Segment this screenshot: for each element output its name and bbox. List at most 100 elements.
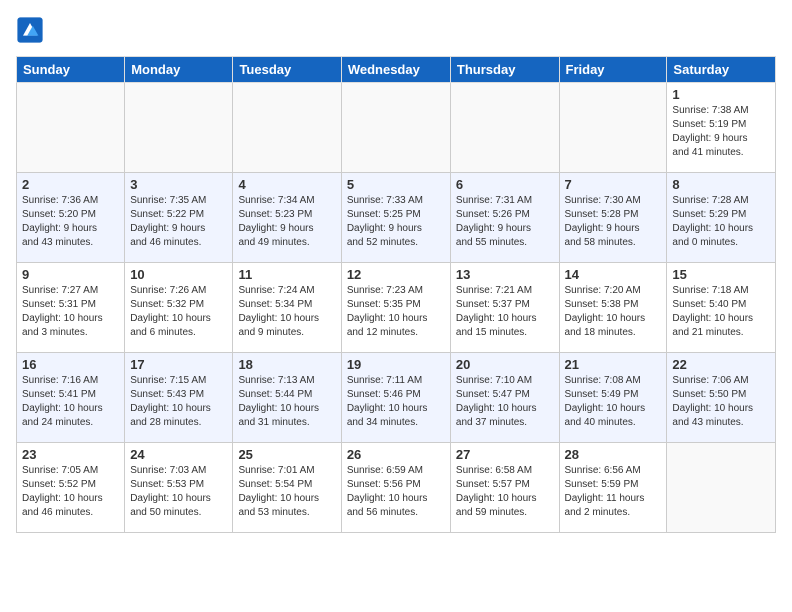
calendar-cell: 27 Sunrise: 6:58 AM Sunset: 5:57 PM Dayli… [450, 443, 559, 533]
calendar-cell [125, 83, 233, 173]
day-info: Sunrise: 7:21 AM Sunset: 5:37 PM Dayligh… [456, 284, 554, 340]
weekday-header: Saturday [667, 57, 776, 83]
day-info: Sunrise: 7:31 AM Sunset: 5:26 PM Dayligh… [456, 194, 554, 250]
logo [16, 16, 46, 44]
calendar-cell: 18 Sunrise: 7:13 AM Sunset: 5:44 PM Dayli… [233, 353, 341, 443]
calendar-cell: 17Sunrise: 7:15 AM Sunset: 5:43 PM Dayli… [125, 353, 233, 443]
day-info: Sunrise: 7:10 AM Sunset: 5:47 PM Dayligh… [456, 374, 554, 430]
calendar-cell [450, 83, 559, 173]
weekday-header: Wednesday [341, 57, 450, 83]
day-info: Sunrise: 7:08 AM Sunset: 5:49 PM Dayligh… [565, 374, 662, 430]
calendar-cell: 3 Sunrise: 7:35 AM Sunset: 5:22 PM Daylig… [125, 173, 233, 263]
calendar-cell: 9Sunrise: 7:27 AM Sunset: 5:31 PM Daylig… [17, 263, 125, 353]
calendar-cell: 24Sunrise: 7:03 AM Sunset: 5:53 PM Dayli… [125, 443, 233, 533]
calendar-cell: 2 Sunrise: 7:36 AM Sunset: 5:20 PM Daylig… [17, 173, 125, 263]
calendar-week-row: 9Sunrise: 7:27 AM Sunset: 5:31 PM Daylig… [17, 263, 776, 353]
day-info: Sunrise: 7:15 AM Sunset: 5:43 PM Dayligh… [130, 374, 227, 430]
day-number: 27 [456, 447, 554, 462]
day-info: Sunrise: 7:34 AM Sunset: 5:23 PM Dayligh… [238, 194, 335, 250]
day-info: Sunrise: 7:01 AM Sunset: 5:54 PM Dayligh… [238, 464, 335, 520]
day-number: 14 [565, 267, 662, 282]
calendar-cell: 21 Sunrise: 7:08 AM Sunset: 5:49 PM Dayli… [559, 353, 667, 443]
day-number: 25 [238, 447, 335, 462]
day-number: 7 [565, 177, 662, 192]
day-number: 21 [565, 357, 662, 372]
calendar-cell: 10 Sunrise: 7:26 AM Sunset: 5:32 PM Dayli… [125, 263, 233, 353]
day-info: Sunrise: 7:28 AM Sunset: 5:29 PM Dayligh… [672, 194, 770, 250]
weekday-header: Tuesday [233, 57, 341, 83]
calendar-cell: 7 Sunrise: 7:30 AM Sunset: 5:28 PM Daylig… [559, 173, 667, 263]
calendar-cell [233, 83, 341, 173]
calendar-cell: 25 Sunrise: 7:01 AM Sunset: 5:54 PM Dayli… [233, 443, 341, 533]
calendar-cell: 16 Sunrise: 7:16 AM Sunset: 5:41 PM Dayli… [17, 353, 125, 443]
day-number: 22 [672, 357, 770, 372]
day-info: Sunrise: 6:56 AM Sunset: 5:59 PM Dayligh… [565, 464, 662, 520]
day-info: Sunrise: 7:36 AM Sunset: 5:20 PM Dayligh… [22, 194, 119, 250]
day-info: Sunrise: 6:58 AM Sunset: 5:57 PM Dayligh… [456, 464, 554, 520]
calendar-cell: 12 Sunrise: 7:23 AM Sunset: 5:35 PM Dayli… [341, 263, 450, 353]
calendar-week-row: 1Sunrise: 7:38 AM Sunset: 5:19 PM Daylig… [17, 83, 776, 173]
day-number: 11 [238, 267, 335, 282]
day-number: 2 [22, 177, 119, 192]
day-number: 23 [22, 447, 119, 462]
weekday-header: Monday [125, 57, 233, 83]
calendar-cell: 28 Sunrise: 6:56 AM Sunset: 5:59 PM Dayli… [559, 443, 667, 533]
calendar-cell: 26 Sunrise: 6:59 AM Sunset: 5:56 PM Dayli… [341, 443, 450, 533]
weekday-header: Friday [559, 57, 667, 83]
day-number: 16 [22, 357, 119, 372]
day-info: Sunrise: 7:18 AM Sunset: 5:40 PM Dayligh… [672, 284, 770, 340]
weekday-header-row: SundayMondayTuesdayWednesdayThursdayFrid… [17, 57, 776, 83]
day-info: Sunrise: 7:11 AM Sunset: 5:46 PM Dayligh… [347, 374, 445, 430]
day-number: 4 [238, 177, 335, 192]
day-number: 19 [347, 357, 445, 372]
day-info: Sunrise: 7:13 AM Sunset: 5:44 PM Dayligh… [238, 374, 335, 430]
calendar-week-row: 16 Sunrise: 7:16 AM Sunset: 5:41 PM Dayli… [17, 353, 776, 443]
day-number: 10 [130, 267, 227, 282]
day-number: 6 [456, 177, 554, 192]
calendar-cell: 19 Sunrise: 7:11 AM Sunset: 5:46 PM Dayli… [341, 353, 450, 443]
calendar-cell: 8Sunrise: 7:28 AM Sunset: 5:29 PM Daylig… [667, 173, 776, 263]
day-info: Sunrise: 7:03 AM Sunset: 5:53 PM Dayligh… [130, 464, 227, 520]
day-info: Sunrise: 7:33 AM Sunset: 5:25 PM Dayligh… [347, 194, 445, 250]
day-number: 12 [347, 267, 445, 282]
day-number: 26 [347, 447, 445, 462]
calendar-cell [17, 83, 125, 173]
calendar-cell: 23 Sunrise: 7:05 AM Sunset: 5:52 PM Dayli… [17, 443, 125, 533]
day-info: Sunrise: 7:06 AM Sunset: 5:50 PM Dayligh… [672, 374, 770, 430]
calendar-cell: 15 Sunrise: 7:18 AM Sunset: 5:40 PM Dayli… [667, 263, 776, 353]
day-info: Sunrise: 6:59 AM Sunset: 5:56 PM Dayligh… [347, 464, 445, 520]
calendar-cell: 14 Sunrise: 7:20 AM Sunset: 5:38 PM Dayli… [559, 263, 667, 353]
calendar-cell: 20 Sunrise: 7:10 AM Sunset: 5:47 PM Dayli… [450, 353, 559, 443]
day-info: Sunrise: 7:16 AM Sunset: 5:41 PM Dayligh… [22, 374, 119, 430]
day-info: Sunrise: 7:26 AM Sunset: 5:32 PM Dayligh… [130, 284, 227, 340]
day-number: 20 [456, 357, 554, 372]
calendar-cell: 6 Sunrise: 7:31 AM Sunset: 5:26 PM Daylig… [450, 173, 559, 263]
day-number: 3 [130, 177, 227, 192]
calendar-cell: 13 Sunrise: 7:21 AM Sunset: 5:37 PM Dayli… [450, 263, 559, 353]
calendar-cell [667, 443, 776, 533]
day-info: Sunrise: 7:38 AM Sunset: 5:19 PM Dayligh… [672, 104, 770, 160]
day-info: Sunrise: 7:30 AM Sunset: 5:28 PM Dayligh… [565, 194, 662, 250]
day-number: 13 [456, 267, 554, 282]
calendar-cell [559, 83, 667, 173]
day-info: Sunrise: 7:05 AM Sunset: 5:52 PM Dayligh… [22, 464, 119, 520]
day-info: Sunrise: 7:35 AM Sunset: 5:22 PM Dayligh… [130, 194, 227, 250]
calendar-table: SundayMondayTuesdayWednesdayThursdayFrid… [16, 56, 776, 533]
day-number: 15 [672, 267, 770, 282]
calendar-cell [341, 83, 450, 173]
calendar-cell: 4 Sunrise: 7:34 AM Sunset: 5:23 PM Daylig… [233, 173, 341, 263]
calendar-cell: 1Sunrise: 7:38 AM Sunset: 5:19 PM Daylig… [667, 83, 776, 173]
day-number: 5 [347, 177, 445, 192]
day-number: 28 [565, 447, 662, 462]
page-header [16, 16, 776, 44]
day-number: 18 [238, 357, 335, 372]
weekday-header: Sunday [17, 57, 125, 83]
calendar-week-row: 2 Sunrise: 7:36 AM Sunset: 5:20 PM Daylig… [17, 173, 776, 263]
calendar-cell: 11 Sunrise: 7:24 AM Sunset: 5:34 PM Dayli… [233, 263, 341, 353]
day-info: Sunrise: 7:24 AM Sunset: 5:34 PM Dayligh… [238, 284, 335, 340]
logo-icon [16, 16, 44, 44]
day-info: Sunrise: 7:20 AM Sunset: 5:38 PM Dayligh… [565, 284, 662, 340]
day-info: Sunrise: 7:23 AM Sunset: 5:35 PM Dayligh… [347, 284, 445, 340]
weekday-header: Thursday [450, 57, 559, 83]
day-info: Sunrise: 7:27 AM Sunset: 5:31 PM Dayligh… [22, 284, 119, 340]
